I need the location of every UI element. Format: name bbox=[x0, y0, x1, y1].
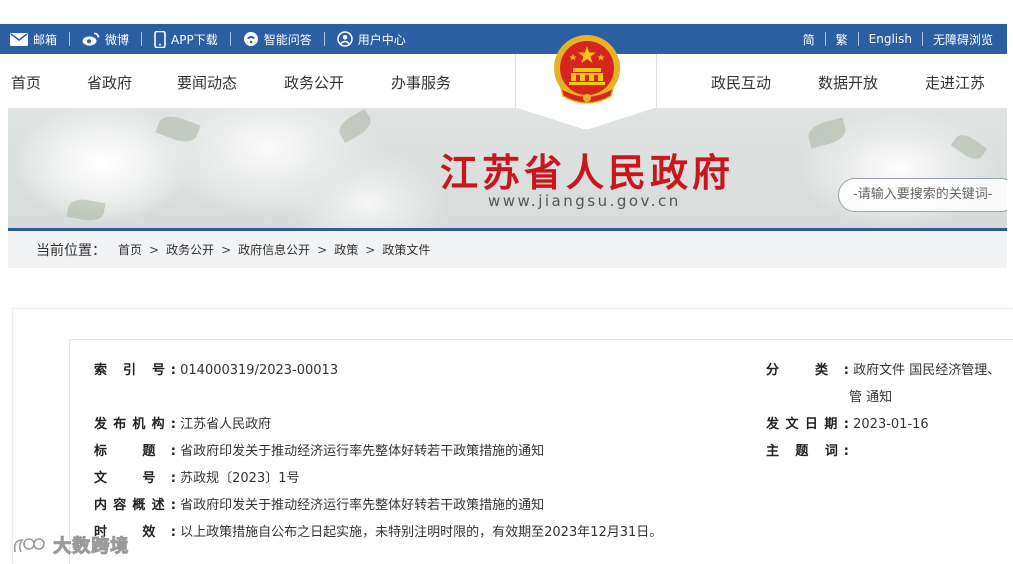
weibo-icon bbox=[82, 32, 100, 46]
watermark-text: 大数跨境 bbox=[53, 536, 130, 558]
divider bbox=[921, 32, 923, 46]
breadcrumb-separator: > bbox=[317, 242, 328, 257]
divider bbox=[229, 32, 231, 46]
search-input[interactable]: -请输入要搜索的关键词- bbox=[838, 178, 1007, 212]
breadcrumb-home[interactable]: 首页 bbox=[118, 241, 142, 258]
language-links: 简 繁 English 无障碍浏览 bbox=[803, 24, 993, 54]
watermark: 大数跨境 bbox=[12, 532, 129, 558]
subject-label: 主 题 词: bbox=[766, 444, 849, 459]
meta-subject-row: 主 题 词: bbox=[766, 440, 849, 459]
smart-qa-link[interactable]: 智能问答 bbox=[243, 31, 312, 48]
document-metadata: 索 引 号: 014000319/2023-00013 分 类: 政府文件 国民… bbox=[69, 339, 1013, 564]
user-center-label: 用户中心 bbox=[357, 32, 406, 47]
meta-category-row-2: 管 通知 bbox=[849, 386, 892, 405]
site-title: 江苏省人民政府 bbox=[440, 150, 735, 195]
divider bbox=[141, 32, 143, 46]
simplified-chinese-link[interactable]: 简 bbox=[803, 31, 815, 48]
publisher-value: 江苏省人民政府 bbox=[180, 417, 272, 432]
breadcrumb-policy-documents[interactable]: 政策文件 bbox=[382, 241, 430, 258]
banner: 江苏省人民政府 www.jiangsu.gov.cn -请输入要搜索的关键词- bbox=[8, 108, 1007, 228]
nav-about-jiangsu[interactable]: 走进江苏 bbox=[925, 72, 985, 93]
docno-value: 苏政规〔2023〕1号 bbox=[180, 471, 300, 486]
nav-gov-affairs[interactable]: 政务公开 bbox=[284, 72, 344, 93]
phone-icon bbox=[154, 30, 166, 48]
weibo-link[interactable]: 微博 bbox=[82, 31, 129, 48]
leaf-decoration bbox=[155, 111, 201, 147]
weibo-label: 微博 bbox=[105, 32, 130, 47]
english-link[interactable]: English bbox=[869, 32, 912, 46]
meta-index-row: 索 引 号: 014000319/2023-00013 bbox=[94, 359, 338, 378]
docno-label: 文 号: bbox=[94, 471, 176, 486]
traditional-chinese-link[interactable]: 繁 bbox=[836, 31, 848, 48]
leaf-decoration bbox=[805, 117, 849, 149]
category-value: 政府文件 国民经济管理、 bbox=[853, 363, 1001, 378]
breadcrumb-gov-affairs[interactable]: 政务公开 bbox=[166, 241, 214, 258]
divider bbox=[323, 32, 325, 46]
divider bbox=[69, 32, 71, 46]
category-label: 分 类: bbox=[766, 363, 849, 378]
mail-icon bbox=[10, 32, 28, 46]
meta-validity-row: 时 效: 以上政策措施自公布之日起实施，未特别注明时限的，有效期至2023年12… bbox=[94, 521, 662, 540]
leaf-decoration bbox=[335, 108, 375, 144]
site-url: www.jiangsu.gov.cn bbox=[488, 192, 681, 210]
breadcrumb-separator: > bbox=[149, 242, 160, 257]
index-label: 索 引 号: bbox=[94, 363, 176, 378]
date-label: 发文日期: bbox=[766, 417, 849, 432]
meta-date-row: 发文日期: 2023-01-16 bbox=[766, 413, 929, 432]
date-value: 2023-01-16 bbox=[853, 417, 929, 432]
nav-province-government[interactable]: 省政府 bbox=[87, 72, 132, 93]
leaf-decoration bbox=[950, 130, 988, 164]
summary-label: 内容概述: bbox=[94, 498, 176, 513]
divider bbox=[857, 32, 859, 46]
breadcrumb-label: 当前位置： bbox=[36, 242, 106, 259]
meta-category-row: 分 类: 政府文件 国民经济管理、 bbox=[766, 359, 1000, 378]
top-utility-bar: 邮箱 微博 APP下载 智能问答 用户中心 简 繁 English 无障碍浏览 bbox=[0, 24, 1007, 54]
mail-link[interactable]: 邮箱 bbox=[10, 31, 57, 48]
title-value: 省政府印发关于推动经济运行率先整体好转若干政策措施的通知 bbox=[180, 444, 545, 459]
mail-label: 邮箱 bbox=[33, 32, 58, 47]
meta-publisher-row: 发布机构: 江苏省人民政府 bbox=[94, 413, 271, 432]
smart-qa-label: 智能问答 bbox=[263, 32, 312, 47]
chat-icon bbox=[243, 32, 258, 46]
meta-summary-row: 内容概述: 省政府印发关于推动经济运行率先整体好转若干政策措施的通知 bbox=[94, 494, 544, 513]
title-label: 标 题: bbox=[94, 444, 176, 459]
validity-value: 以上政策措施自公布之日起实施，未特别注明时限的，有效期至2023年12月31日。 bbox=[180, 525, 663, 540]
app-download-label: APP下载 bbox=[171, 32, 218, 47]
accessibility-link[interactable]: 无障碍浏览 bbox=[933, 31, 993, 48]
nav-open-data[interactable]: 数据开放 bbox=[818, 72, 878, 93]
nav-home[interactable]: 首页 bbox=[11, 72, 41, 93]
breadcrumb-info-disclosure[interactable]: 政府信息公开 bbox=[238, 241, 310, 258]
divider bbox=[824, 32, 826, 46]
meta-docno-row: 文 号: 苏政规〔2023〕1号 bbox=[94, 467, 300, 486]
breadcrumb-separator: > bbox=[221, 242, 232, 257]
user-center-link[interactable]: 用户中心 bbox=[336, 31, 406, 48]
leaf-decoration bbox=[66, 197, 106, 223]
national-emblem-icon bbox=[554, 35, 620, 104]
meta-title-row: 标 题: 省政府印发关于推动经济运行率先整体好转若干政策措施的通知 bbox=[94, 440, 544, 459]
nav-interaction[interactable]: 政民互动 bbox=[711, 72, 771, 93]
publisher-label: 发布机构: bbox=[94, 417, 176, 432]
summary-value: 省政府印发关于推动经济运行率先整体好转若干政策措施的通知 bbox=[180, 498, 545, 513]
breadcrumb: 当前位置： 首页 > 政务公开 > 政府信息公开 > 政策 > 政策文件 bbox=[8, 231, 1007, 268]
category-value-continued: 管 通知 bbox=[849, 390, 893, 405]
watermark-logo-icon bbox=[13, 538, 45, 553]
user-icon bbox=[336, 31, 353, 47]
app-download-link[interactable]: APP下载 bbox=[154, 30, 218, 48]
nav-news[interactable]: 要闻动态 bbox=[177, 72, 237, 93]
top-links: 邮箱 微博 APP下载 智能问答 用户中心 bbox=[10, 24, 406, 54]
main-nav: 首页 省政府 要闻动态 政务公开 办事服务 政民互动 数据开放 走进江苏 bbox=[0, 54, 1007, 108]
nav-services[interactable]: 办事服务 bbox=[391, 72, 451, 93]
breadcrumb-separator: > bbox=[365, 242, 376, 257]
index-value: 014000319/2023-00013 bbox=[180, 363, 339, 378]
breadcrumb-policy[interactable]: 政策 bbox=[334, 241, 358, 258]
